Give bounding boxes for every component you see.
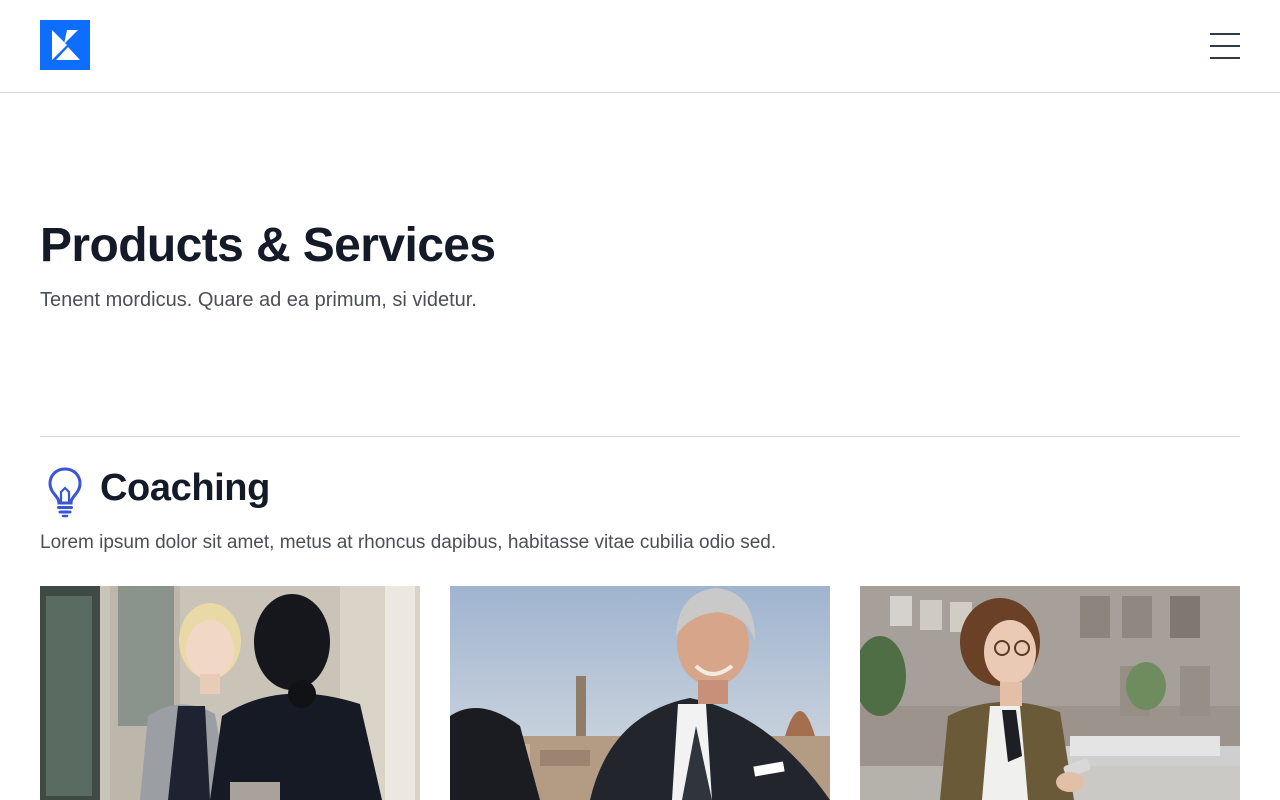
brand-logo-icon[interactable] <box>40 20 90 70</box>
section-title: Coaching <box>100 467 270 509</box>
page-title: Products & Services <box>40 219 496 272</box>
product-card-image[interactable] <box>860 586 1240 800</box>
menu-line <box>1210 45 1240 47</box>
site-header <box>0 0 1280 93</box>
page-subtitle: Tenent mordicus. Quare ad ea primum, si … <box>40 289 477 311</box>
section-description: Lorem ipsum dolor sit amet, metus at rho… <box>40 532 777 553</box>
product-card-image[interactable] <box>40 586 420 800</box>
photo-woman-with-phone-on-street <box>860 586 1240 800</box>
product-card-image[interactable] <box>450 586 830 800</box>
photo-two-women-talking <box>40 586 420 800</box>
hamburger-menu-icon[interactable] <box>1206 30 1244 62</box>
photo-smiling-senior-man <box>450 586 830 800</box>
menu-line <box>1210 57 1240 59</box>
section-divider <box>40 436 1240 437</box>
lightbulb-icon <box>48 467 82 518</box>
menu-line <box>1210 33 1240 35</box>
